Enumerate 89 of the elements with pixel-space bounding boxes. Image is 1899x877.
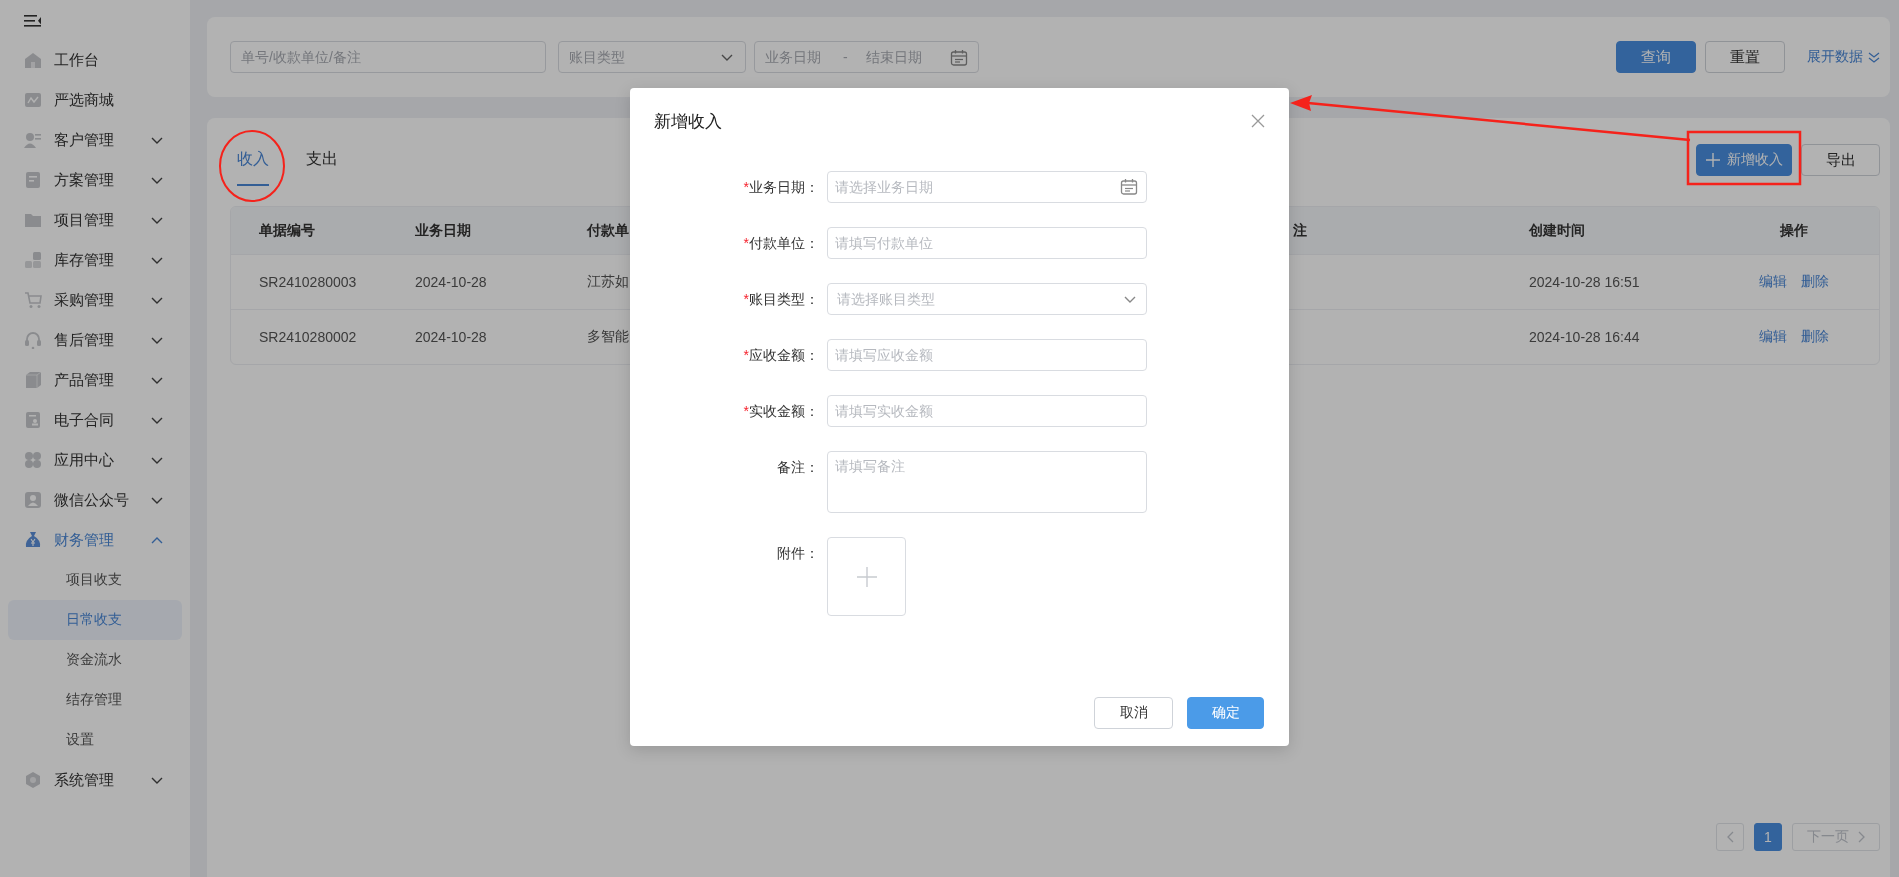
delete-link[interactable]: 删除 bbox=[1801, 328, 1829, 346]
sidebar-item[interactable]: 微信公众号 bbox=[0, 480, 190, 520]
folder-icon bbox=[24, 211, 42, 229]
double-chevron-icon bbox=[1868, 51, 1880, 63]
column-header: 创建时间 bbox=[1529, 221, 1586, 240]
sidebar-item[interactable]: 工作台 bbox=[0, 40, 190, 80]
table-cell-text: SR2410280003 bbox=[258, 274, 358, 290]
start-date-input[interactable]: 业务日期 bbox=[765, 49, 825, 65]
hexagon-icon bbox=[24, 771, 42, 789]
sidebar-item[interactable]: 方案管理 bbox=[0, 160, 190, 200]
column-header: 操作 bbox=[1779, 221, 1809, 240]
search-field[interactable]: 单号/收款单位/备注 bbox=[230, 41, 546, 73]
field-label: *实收金额： bbox=[742, 402, 820, 421]
table-cell-text: 多智能 bbox=[587, 328, 630, 346]
column-header: 单据编号 bbox=[258, 221, 316, 240]
input-field[interactable]: 请填写实收金额 bbox=[827, 395, 1147, 427]
money-bag-icon bbox=[24, 531, 42, 549]
document-icon bbox=[24, 171, 42, 189]
table-cell-text: SR2410280002 bbox=[258, 329, 358, 345]
column-header: 注 bbox=[1292, 221, 1308, 240]
headset-icon bbox=[24, 331, 42, 349]
column-header: 业务日期 bbox=[415, 221, 472, 240]
plus-icon bbox=[856, 566, 877, 587]
export-button[interactable]: 导出 bbox=[1801, 144, 1880, 176]
column-header: 付款单 bbox=[587, 221, 630, 240]
plus-icon bbox=[1705, 152, 1721, 168]
sidebar-item[interactable]: 客户管理 bbox=[0, 120, 190, 160]
submenu-item[interactable]: 项目收支 bbox=[8, 560, 182, 600]
sidebar-item[interactable]: 电子合同 bbox=[0, 400, 190, 440]
blocks-icon bbox=[24, 251, 42, 269]
cart-icon bbox=[24, 291, 42, 309]
close-icon[interactable] bbox=[1251, 114, 1265, 128]
table-cell-text: 2024-10-28 16:44 bbox=[1529, 329, 1641, 345]
sidebar-item[interactable]: 系统管理 bbox=[0, 760, 190, 800]
table-cell-text: 2024-10-28 bbox=[415, 329, 488, 345]
chevron-left-icon bbox=[1725, 831, 1735, 843]
page-button[interactable]: 1 bbox=[1754, 823, 1782, 851]
sidebar-item[interactable]: 严选商城 bbox=[0, 80, 190, 120]
input-field[interactable]: 请填写应收金额 bbox=[827, 339, 1147, 371]
query-button[interactable]: 查询 bbox=[1616, 41, 1696, 73]
type-select[interactable]: 账目类型 bbox=[558, 41, 746, 73]
edit-link[interactable]: 编辑 bbox=[1759, 273, 1787, 291]
submenu-item[interactable]: 资金流水 bbox=[8, 640, 182, 680]
sidebar-item[interactable]: 财务管理 bbox=[0, 520, 190, 560]
calendar-icon bbox=[950, 48, 968, 66]
field-label: *账目类型： bbox=[742, 290, 820, 309]
home-icon bbox=[24, 51, 42, 69]
cancel-button[interactable]: 取消 bbox=[1094, 697, 1173, 729]
chart-icon bbox=[24, 91, 42, 109]
calendar-icon bbox=[1120, 178, 1138, 195]
submenu-item[interactable]: 日常收支 bbox=[8, 600, 182, 640]
submenu-item[interactable]: 设置 bbox=[8, 720, 182, 760]
field-label: 附件： bbox=[776, 544, 820, 563]
table-cell-text: 2024-10-28 16:51 bbox=[1529, 274, 1641, 290]
sidebar-item[interactable]: 售后管理 bbox=[0, 320, 190, 360]
box-icon bbox=[24, 371, 42, 389]
add-income-button[interactable]: 新增收入 bbox=[1696, 144, 1792, 176]
field-label: *业务日期： bbox=[742, 178, 820, 197]
table-cell-text: 江苏如 bbox=[587, 273, 630, 291]
submenu-item[interactable]: 结存管理 bbox=[8, 680, 182, 720]
table-cell-text: 2024-10-28 bbox=[415, 274, 488, 290]
field-label: *付款单位： bbox=[742, 234, 820, 253]
delete-link[interactable]: 删除 bbox=[1801, 273, 1829, 291]
input-field[interactable]: 请填写付款单位 bbox=[827, 227, 1147, 259]
textarea-field[interactable]: 请填写备注 bbox=[827, 451, 1147, 513]
contract-icon bbox=[24, 411, 42, 429]
sidebar-item[interactable]: 采购管理 bbox=[0, 280, 190, 320]
tab[interactable]: 收入 bbox=[237, 118, 269, 183]
select-field[interactable]: 请选择账目类型 bbox=[827, 283, 1147, 315]
end-date-input[interactable]: 结束日期 bbox=[865, 49, 928, 65]
reset-button[interactable]: 重置 bbox=[1705, 41, 1785, 73]
tab[interactable]: 支出 bbox=[306, 118, 338, 183]
field-label: 备注： bbox=[776, 458, 820, 477]
field-label: *应收金额： bbox=[742, 346, 820, 365]
confirm-button[interactable]: 确定 bbox=[1187, 697, 1264, 729]
user-badge-icon bbox=[24, 491, 42, 509]
menu-icon[interactable] bbox=[24, 13, 42, 27]
dialog-title: 新增收入 bbox=[654, 110, 722, 133]
apps-icon bbox=[24, 451, 42, 469]
sidebar-item[interactable]: 项目管理 bbox=[0, 200, 190, 240]
sidebar-item[interactable]: 应用中心 bbox=[0, 440, 190, 480]
sidebar-item[interactable]: 产品管理 bbox=[0, 360, 190, 400]
expand-link[interactable]: 展开数据 bbox=[1807, 48, 1880, 66]
date-field[interactable]: 请选择业务日期 bbox=[827, 171, 1147, 203]
chevron-right-icon bbox=[1856, 831, 1866, 843]
sidebar-item[interactable]: 库存管理 bbox=[0, 240, 190, 280]
user-card-icon bbox=[24, 131, 42, 149]
callout-circle bbox=[219, 130, 285, 202]
edit-link[interactable]: 编辑 bbox=[1759, 328, 1787, 346]
